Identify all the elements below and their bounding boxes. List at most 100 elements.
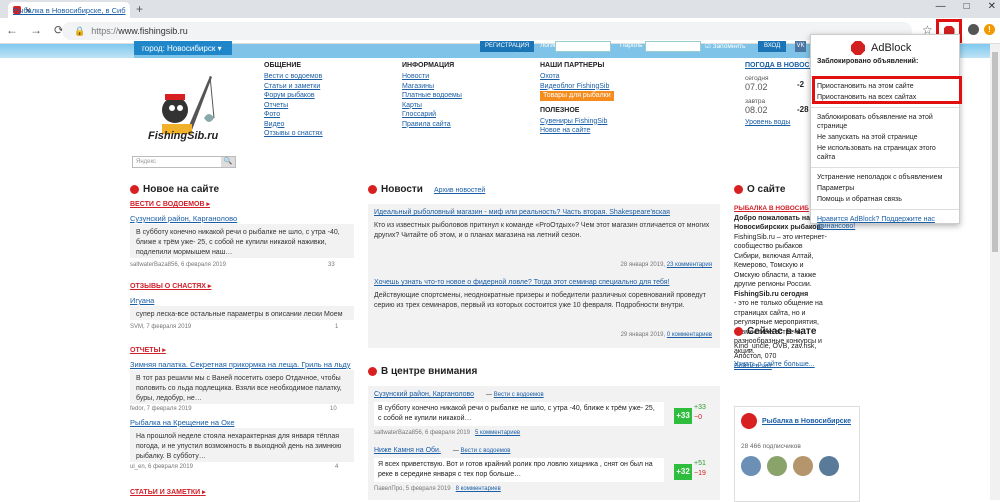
menu-link[interactable]: Охота [540,72,614,82]
post-author[interactable]: ul_en, 6 февраля 2019 [130,464,193,470]
post-author[interactable]: SVM, 7 февраля 2019 [130,324,191,330]
news-archive-link[interactable]: Архив новостей [434,187,485,194]
category-link[interactable]: ОТЧЕТЫ ▸ [130,346,166,354]
forward-icon[interactable]: → [30,23,42,37]
update-badge[interactable]: ! [984,24,995,35]
weather-date: 07.02 [745,82,768,92]
logo-text[interactable]: FishingSib.ru [148,130,218,142]
menu-link[interactable]: Форум рыбаков [264,91,323,101]
menu-link[interactable]: Отчеты [264,101,323,111]
dont-run-page-option[interactable]: Не запускать на этой странице [811,132,959,143]
menu-link[interactable]: Фото [264,110,323,120]
post-title[interactable]: Игуана [130,296,154,305]
maximize-button[interactable]: □ [964,1,970,12]
vk-login-icon[interactable]: VK [795,41,806,52]
menu-link[interactable]: Сувениры FishingSib [540,117,614,127]
vote-minus[interactable]: −0 [694,414,702,421]
menu-link[interactable]: Глоссарий [402,110,462,120]
support-link[interactable]: Нравится AdBlock? Поддержите нас финансо… [811,214,959,232]
menu-link[interactable]: Новое на сайте [540,126,614,136]
comments-link[interactable]: 8 комментариев [456,486,501,492]
menu-link[interactable]: Правила сайта [402,120,462,130]
vote-plus[interactable]: +51 [694,460,706,467]
focus-title[interactable]: Ниже Камня на Оби. [374,447,441,454]
account-icon[interactable] [968,24,979,35]
page-scrollbar[interactable] [990,44,1000,500]
menu-link[interactable]: Карты [402,101,462,111]
section-about: О сайте [734,184,785,195]
address-bar[interactable]: 🔒 https://www.fishingsib.ru [62,22,912,40]
password-input[interactable] [645,41,701,52]
comments-link[interactable]: 23 комментария [667,262,712,268]
browser-tab[interactable]: Рыбалка в Новосибирске, в Сиб ✕ [8,2,130,18]
menu-link[interactable]: Вести с водоемов [264,72,323,82]
help-option[interactable]: Помощь и обратная связь [811,194,959,205]
vote-minus[interactable]: −19 [694,470,706,477]
category-link[interactable]: ОТЗЫВЫ О СНАСТЯХ ▸ [130,282,211,290]
news-title[interactable]: Идеальный рыболовный магазин - миф или р… [374,208,714,218]
close-window-button[interactable]: ✕ [988,1,996,12]
avatar[interactable] [793,456,813,476]
back-icon[interactable]: ← [6,23,18,37]
tab-bar: Рыбалка в Новосибирске, в Сиб ✕ + — □ ✕ [0,0,1000,18]
menu-link[interactable]: Видео [264,120,323,130]
vk-group-widget[interactable]: Рыбалка в Новосибирске 28 466 подписчико… [734,406,860,502]
settings-option[interactable]: Параметры [811,183,959,194]
avatar[interactable] [741,456,761,476]
login-input[interactable] [555,41,611,52]
news-title[interactable]: Хочешь узнать что-то новое о фидерной ло… [374,278,714,288]
site-logo[interactable] [140,68,230,158]
post-title[interactable]: Зимняя палатка. Секретная прикормка на л… [130,360,351,369]
search-input[interactable]: Яндекс [133,157,221,167]
login-button[interactable]: ВХОД [758,41,787,52]
water-level-link[interactable]: Уровень воды [745,119,820,126]
new-tab-button[interactable]: + [136,2,143,16]
menu-link[interactable]: Платные водоемы [402,91,462,101]
focus-title[interactable]: Сузунский район, Карганолово [374,391,474,398]
post-author[interactable]: saltwaterBaza856, 6 февраля 2019 [130,262,226,268]
search-button[interactable]: 🔍 [221,157,235,167]
focus-category[interactable]: Вести с водоемов [494,392,544,398]
blocked-label: Заблокировано объявлений: [817,58,919,65]
category-link[interactable]: ВЕСТИ С ВОДОЕМОВ ▸ [130,200,210,208]
city-selector[interactable]: город: Новосибирск ▾ [134,41,232,55]
comments-link[interactable]: 0 комментариев [667,332,712,338]
fish-icon [368,367,377,376]
category-link[interactable]: СТАТЬИ И ЗАМЕТКИ ▸ [130,488,206,496]
tab-title: Рыбалка в Новосибирске, в Сиб [13,5,126,15]
avatar[interactable] [767,456,787,476]
group-subscribers: 28 466 подписчиков [741,443,801,450]
vote-plus[interactable]: +33 [694,404,706,411]
comments-link[interactable]: 5 комментариев [475,430,520,436]
menu-link[interactable]: Видеоблог FishingSib [540,82,614,92]
register-button[interactable]: РЕГИСТРАЦИЯ [480,41,535,52]
remember-checkbox[interactable]: ☑ Запомнить [705,42,745,50]
post-title[interactable]: Рыбалка на Крещение на Оке [130,418,234,427]
news-panel: Идеальный рыболовный магазин - миф или р… [368,204,720,348]
menu-link-shop[interactable]: Товары для рыбалки [540,91,614,101]
url-host: www.fishingsib.ru [118,26,188,36]
weather-day: сегодня [745,75,769,82]
menu-link[interactable]: Отзывы о снастях [264,129,323,139]
vote-score[interactable]: +32 [674,464,692,480]
chat-enter-link[interactable]: Войти в чат [734,362,830,372]
block-ad-option[interactable]: Заблокировать объявление на этой страниц… [811,112,959,132]
minimize-button[interactable]: — [936,1,946,12]
post-count: 10 [330,406,337,412]
weather-title[interactable]: ПОГОДА В НОВОСИБ [745,62,820,69]
focus-category[interactable]: Вести с водоемов [461,448,511,454]
troubleshoot-option[interactable]: Устранение неполадок с объявлением [811,172,959,183]
menu-link[interactable]: Статьи и заметки [264,82,323,92]
focus-author[interactable]: ПавелПро, 5 февраля 2019 [374,486,451,492]
scroll-thumb[interactable] [992,52,998,252]
menu-link[interactable]: Магазины [402,82,462,92]
post-author[interactable]: fedor, 7 февраля 2019 [130,406,192,412]
avatar[interactable] [819,456,839,476]
vote-score[interactable]: +33 [674,408,692,424]
post-title[interactable]: Сузунский район, Карганолово [130,214,237,223]
focus-author[interactable]: saltwaterBaza856, 6 февраля 2019 [374,430,470,436]
group-name[interactable]: Рыбалка в Новосибирске [762,418,851,425]
menu-info: ИНФОРМАЦИЯ Новости Магазины Платные водо… [402,62,462,129]
menu-link[interactable]: Новости [402,72,462,82]
dont-use-domain-option[interactable]: Не использовать на страницах этого сайта [811,143,959,163]
